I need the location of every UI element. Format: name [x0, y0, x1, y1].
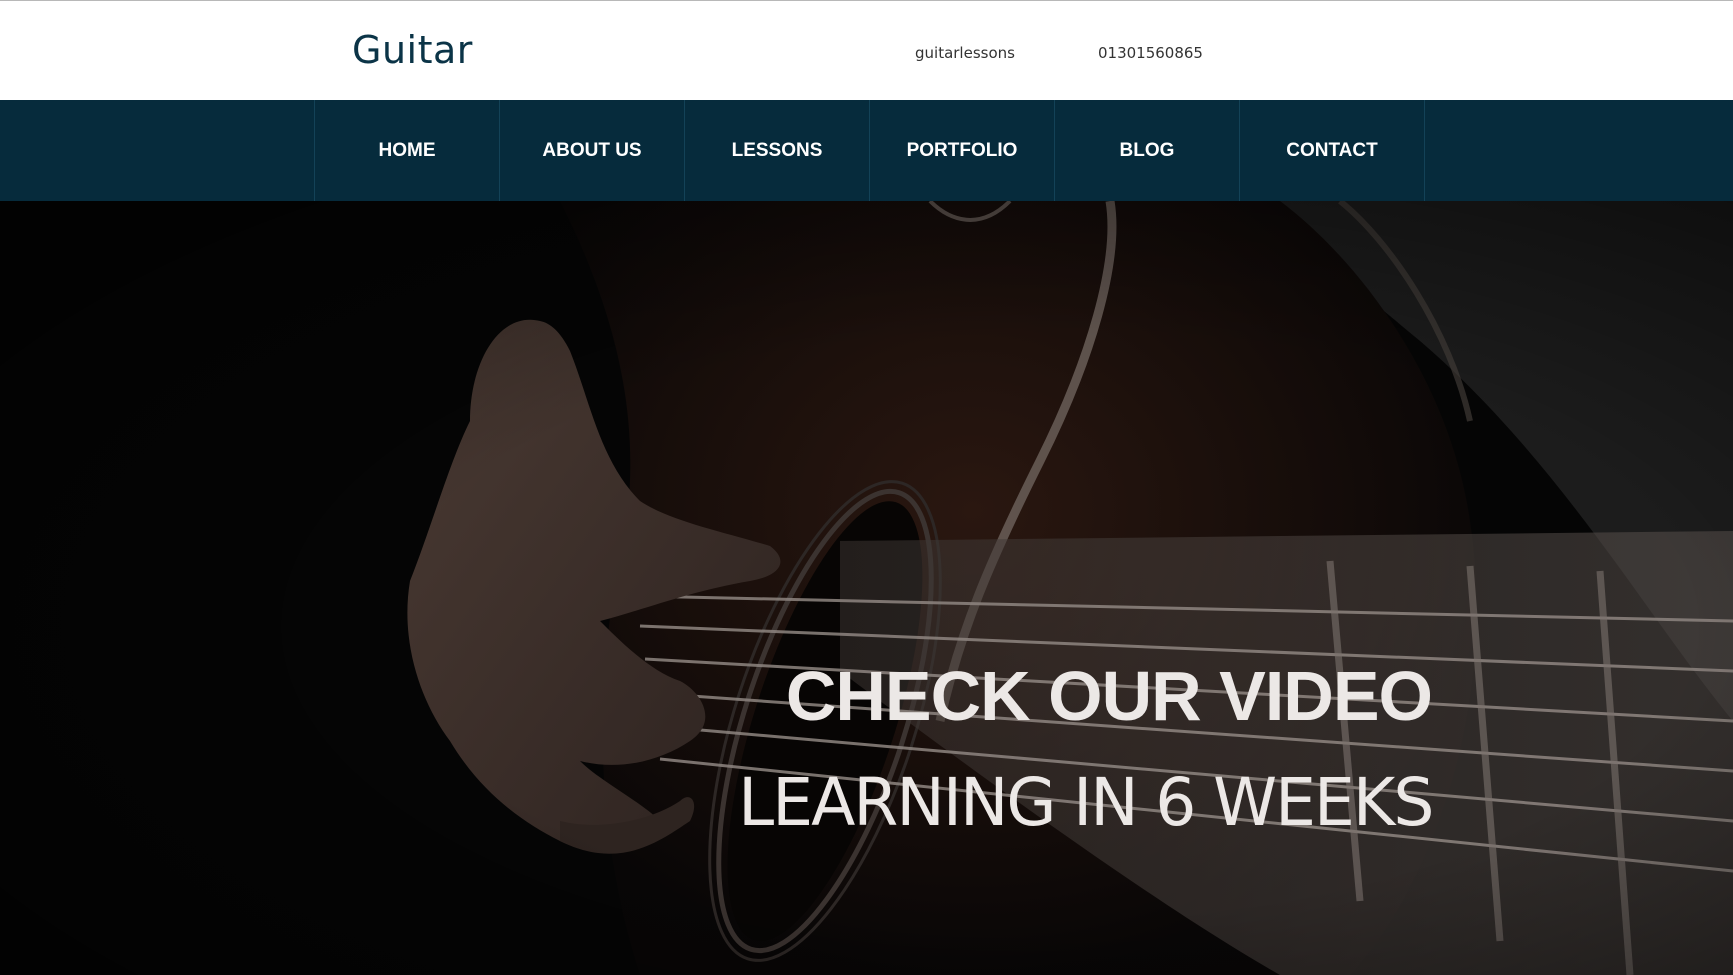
hero-title: CHECK OUR VIDEO [785, 657, 1433, 735]
hero-subtitle: LEARNING IN 6 WEEKS [737, 764, 1434, 841]
nav-item-home[interactable]: HOME [315, 100, 500, 201]
nav-list: HOME ABOUT US LESSONS PORTFOLIO BLOG CON… [314, 100, 1425, 201]
site-logo[interactable]: Guitar [352, 28, 473, 72]
contact-phone[interactable]: 01301560865 [1098, 44, 1203, 62]
hero-background-image [0, 201, 1733, 975]
hero-banner: CHECK OUR VIDEO LEARNING IN 6 WEEKS [0, 201, 1733, 975]
nav-item-blog[interactable]: BLOG [1055, 100, 1240, 201]
site-header: Guitar guitarlessons 01301560865 [0, 1, 1733, 100]
contact-email[interactable]: guitarlessons [915, 44, 1015, 62]
nav-item-about-us[interactable]: ABOUT US [500, 100, 685, 201]
nav-item-lessons[interactable]: LESSONS [685, 100, 870, 201]
nav-item-contact[interactable]: CONTACT [1240, 100, 1425, 201]
main-navigation: HOME ABOUT US LESSONS PORTFOLIO BLOG CON… [0, 100, 1733, 201]
nav-item-portfolio[interactable]: PORTFOLIO [870, 100, 1055, 201]
